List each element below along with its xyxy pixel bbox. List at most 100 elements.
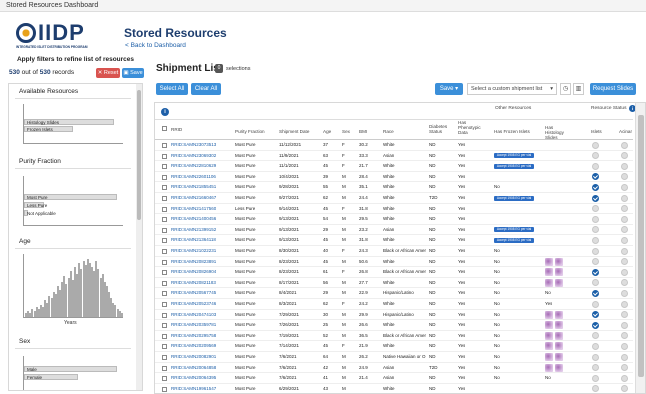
option-bar-histology[interactable]: Histology Slides xyxy=(24,119,115,125)
check-circle-icon[interactable] xyxy=(592,194,599,202)
status-circle-icon[interactable] xyxy=(592,300,599,308)
histology-thumbnail-icon[interactable] xyxy=(545,310,553,319)
row-checkbox[interactable] xyxy=(162,217,167,223)
table-row[interactable]: RRID:SAMN21660467 Most Pure 9/27/2021 62 M 24… xyxy=(155,193,633,204)
row-checkbox[interactable] xyxy=(162,344,167,350)
status-circle-icon[interactable] xyxy=(621,258,628,266)
status-circle-icon[interactable] xyxy=(621,332,628,340)
table-row[interactable]: RRID:SAMN21364118 Most Pure 9/13/2021 45 M 31… xyxy=(155,235,633,246)
rrid-link[interactable]: RRID:SAMN20359781 xyxy=(171,320,216,331)
status-circle-icon[interactable] xyxy=(592,374,599,382)
col-shipment-date[interactable]: Shipment Date xyxy=(279,129,309,134)
table-row[interactable]: RRID:SAMN23073513 Most Pure 11/12/2021 37 F 3… xyxy=(155,140,633,151)
table-row[interactable]: RRID:SAMN20209569 Most Pure 7/14/2021 45 F 21… xyxy=(155,341,633,352)
status-circle-icon[interactable] xyxy=(621,173,628,181)
status-circle-icon[interactable] xyxy=(621,321,628,329)
status-circle-icon[interactable] xyxy=(621,385,628,393)
rrid-link[interactable]: RRID:SAMN21399152 xyxy=(171,225,216,236)
rrid-link[interactable]: RRID:SAMN20064858 xyxy=(171,363,216,374)
table-row[interactable]: RRID:SAMN19961547 Most Pure 6/29/2021 43 M Wh… xyxy=(155,384,633,393)
table-row[interactable]: RRID:SAMN20823891 Most Pure 8/23/2021 45 M 50… xyxy=(155,257,633,268)
row-checkbox[interactable] xyxy=(162,323,167,329)
status-circle-icon[interactable] xyxy=(592,279,599,287)
status-circle-icon[interactable] xyxy=(592,141,599,149)
row-checkbox[interactable] xyxy=(162,376,167,382)
col-frozen[interactable]: Has Frozen Islets xyxy=(494,129,530,134)
col-phenotypic[interactable]: Has Phenotypic Data xyxy=(458,120,482,136)
row-checkbox[interactable] xyxy=(162,227,167,233)
rrid-link[interactable]: RRID:SAMN21364118 xyxy=(171,235,216,246)
rrid-link[interactable]: RRID:SAMN21855451 xyxy=(171,182,216,193)
col-race[interactable]: Race xyxy=(383,129,394,134)
rrid-link[interactable]: RRID:SAMN20523746 xyxy=(171,299,216,310)
table-row[interactable]: RRID:SAMN21417560 Less Pure 9/14/2021 45 F 31… xyxy=(155,204,633,215)
option-bar-not-applicable[interactable]: Not Applicable xyxy=(24,210,56,216)
save-filters-button[interactable]: ▣ Save xyxy=(122,68,144,78)
status-circle-icon[interactable] xyxy=(592,215,599,223)
status-circle-icon[interactable] xyxy=(592,353,599,361)
age-histogram-bar[interactable] xyxy=(120,312,123,317)
histology-thumbnail-icon[interactable] xyxy=(555,268,563,277)
histology-thumbnail-icon[interactable] xyxy=(545,257,553,266)
col-sex[interactable]: Sex xyxy=(342,129,350,134)
status-circle-icon[interactable] xyxy=(592,342,599,350)
rrid-link[interactable]: RRID:SAMN20826904 xyxy=(171,267,216,278)
status-circle-icon[interactable] xyxy=(621,162,628,170)
clear-all-button[interactable]: Clear All xyxy=(191,83,221,95)
info-icon[interactable]: i xyxy=(161,108,169,116)
row-checkbox[interactable] xyxy=(162,238,167,244)
rrid-link[interactable]: RRID:SAMN21022231 xyxy=(171,246,216,257)
col-bmi[interactable]: BMI xyxy=(359,129,367,134)
table-row[interactable]: RRID:SAMN21855451 Most Pure 9/28/2021 55 M 35… xyxy=(155,182,633,193)
histology-thumbnail-icon[interactable] xyxy=(545,268,553,277)
row-checkbox[interactable] xyxy=(162,270,167,276)
row-checkbox[interactable] xyxy=(162,174,167,180)
status-circle-icon[interactable] xyxy=(621,279,628,287)
rrid-link[interactable]: RRID:SAMN23073513 xyxy=(171,140,216,151)
histology-thumbnail-icon[interactable] xyxy=(555,310,563,319)
histology-thumbnail-icon[interactable] xyxy=(555,363,563,372)
table-scroll-thumb[interactable] xyxy=(638,115,644,377)
row-checkbox[interactable] xyxy=(162,206,167,212)
table-row[interactable]: RRID:SAMN20295758 Most Pure 7/19/2021 52 M 36… xyxy=(155,331,633,342)
table-row[interactable]: RRID:SAMN23069302 Most Pure 11/9/2021 63 F 33… xyxy=(155,151,633,162)
option-bar-female[interactable]: Female xyxy=(24,374,78,380)
status-circle-icon[interactable] xyxy=(621,236,628,244)
status-circle-icon[interactable] xyxy=(592,236,599,244)
table-row[interactable]: RRID:SAMN22810629 Most Pure 11/1/2021 45 F 21… xyxy=(155,161,633,172)
col-acinar[interactable]: Acinar xyxy=(619,129,632,134)
save-list-button[interactable]: Save ▾ xyxy=(435,83,463,95)
frozen-islets-tag[interactable]: Accept 1908 EG per vial xyxy=(494,195,534,201)
filters-scroll-thumb[interactable] xyxy=(137,90,141,220)
rrid-link[interactable]: RRID:SAMN22601106 xyxy=(171,172,216,183)
table-row[interactable]: RRID:SAMN21400456 Most Pure 9/13/2021 54 M 29… xyxy=(155,214,633,225)
select-all-checkbox[interactable] xyxy=(162,126,167,131)
histology-thumbnail-icon[interactable] xyxy=(545,363,553,372)
histology-thumbnail-icon[interactable] xyxy=(555,257,563,266)
row-checkbox[interactable] xyxy=(162,291,167,297)
option-bar-male[interactable]: Male xyxy=(24,366,118,372)
age-histogram[interactable] xyxy=(23,254,123,318)
rrid-link[interactable]: RRID:SAMN20823891 xyxy=(171,257,216,268)
histology-thumbnail-icon[interactable] xyxy=(555,321,563,330)
rrid-link[interactable]: RRID:SAMN20821183 xyxy=(171,278,216,289)
status-circle-icon[interactable] xyxy=(621,205,628,213)
table-row[interactable]: RRID:SAMN20082901 Most Pure 7/6/2021 64 M 26.… xyxy=(155,352,633,363)
iidp-logo[interactable]: IIDP INTEGRATED ISLET DISTRIBUTION PROGR… xyxy=(14,18,114,49)
table-row[interactable]: RRID:SAMN20064395 Most Pure 7/6/2021 41 M 21.… xyxy=(155,373,633,384)
table-row[interactable]: RRID:SAMN22601106 Most Pure 10/4/2021 39 M 28… xyxy=(155,172,633,183)
row-checkbox[interactable] xyxy=(162,143,167,148)
status-circle-icon[interactable] xyxy=(621,374,628,382)
option-bar-frozen[interactable]: Frozen Islets xyxy=(24,126,73,132)
rrid-link[interactable]: RRID:SAMN21660467 xyxy=(171,193,216,204)
status-circle-icon[interactable] xyxy=(621,194,628,202)
histology-thumbnail-icon[interactable] xyxy=(545,278,553,287)
status-circle-icon[interactable] xyxy=(592,205,599,213)
histology-thumbnail-icon[interactable] xyxy=(555,278,563,287)
status-circle-icon[interactable] xyxy=(621,268,628,276)
rrid-link[interactable]: RRID:SAMN20064395 xyxy=(171,373,216,384)
table-row[interactable]: RRID:SAMN20474103 Most Pure 7/29/2021 30 M 29… xyxy=(155,310,633,321)
table-row[interactable]: RRID:SAMN20359781 Most Pure 7/26/2021 25 M 26… xyxy=(155,320,633,331)
rrid-link[interactable]: RRID:SAMN20295758 xyxy=(171,331,216,342)
status-circle-icon[interactable] xyxy=(621,300,628,308)
